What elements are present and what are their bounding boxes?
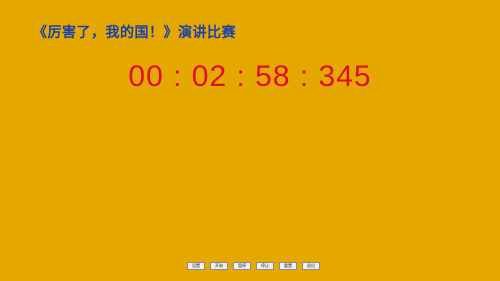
control-bar: 设置 开始 暂停 停止 重置 退出 — [187, 262, 320, 270]
pause-button[interactable]: 暂停 — [233, 262, 251, 270]
page-title: 《厉害了，我的国！》演讲比赛 — [33, 25, 236, 41]
timer-display: 00 : 02 : 58 : 345 — [128, 60, 372, 93]
exit-button[interactable]: 退出 — [302, 262, 320, 270]
settings-button[interactable]: 设置 — [187, 262, 205, 270]
stop-button[interactable]: 停止 — [256, 262, 274, 270]
start-button[interactable]: 开始 — [210, 262, 228, 270]
reset-button[interactable]: 重置 — [279, 262, 297, 270]
